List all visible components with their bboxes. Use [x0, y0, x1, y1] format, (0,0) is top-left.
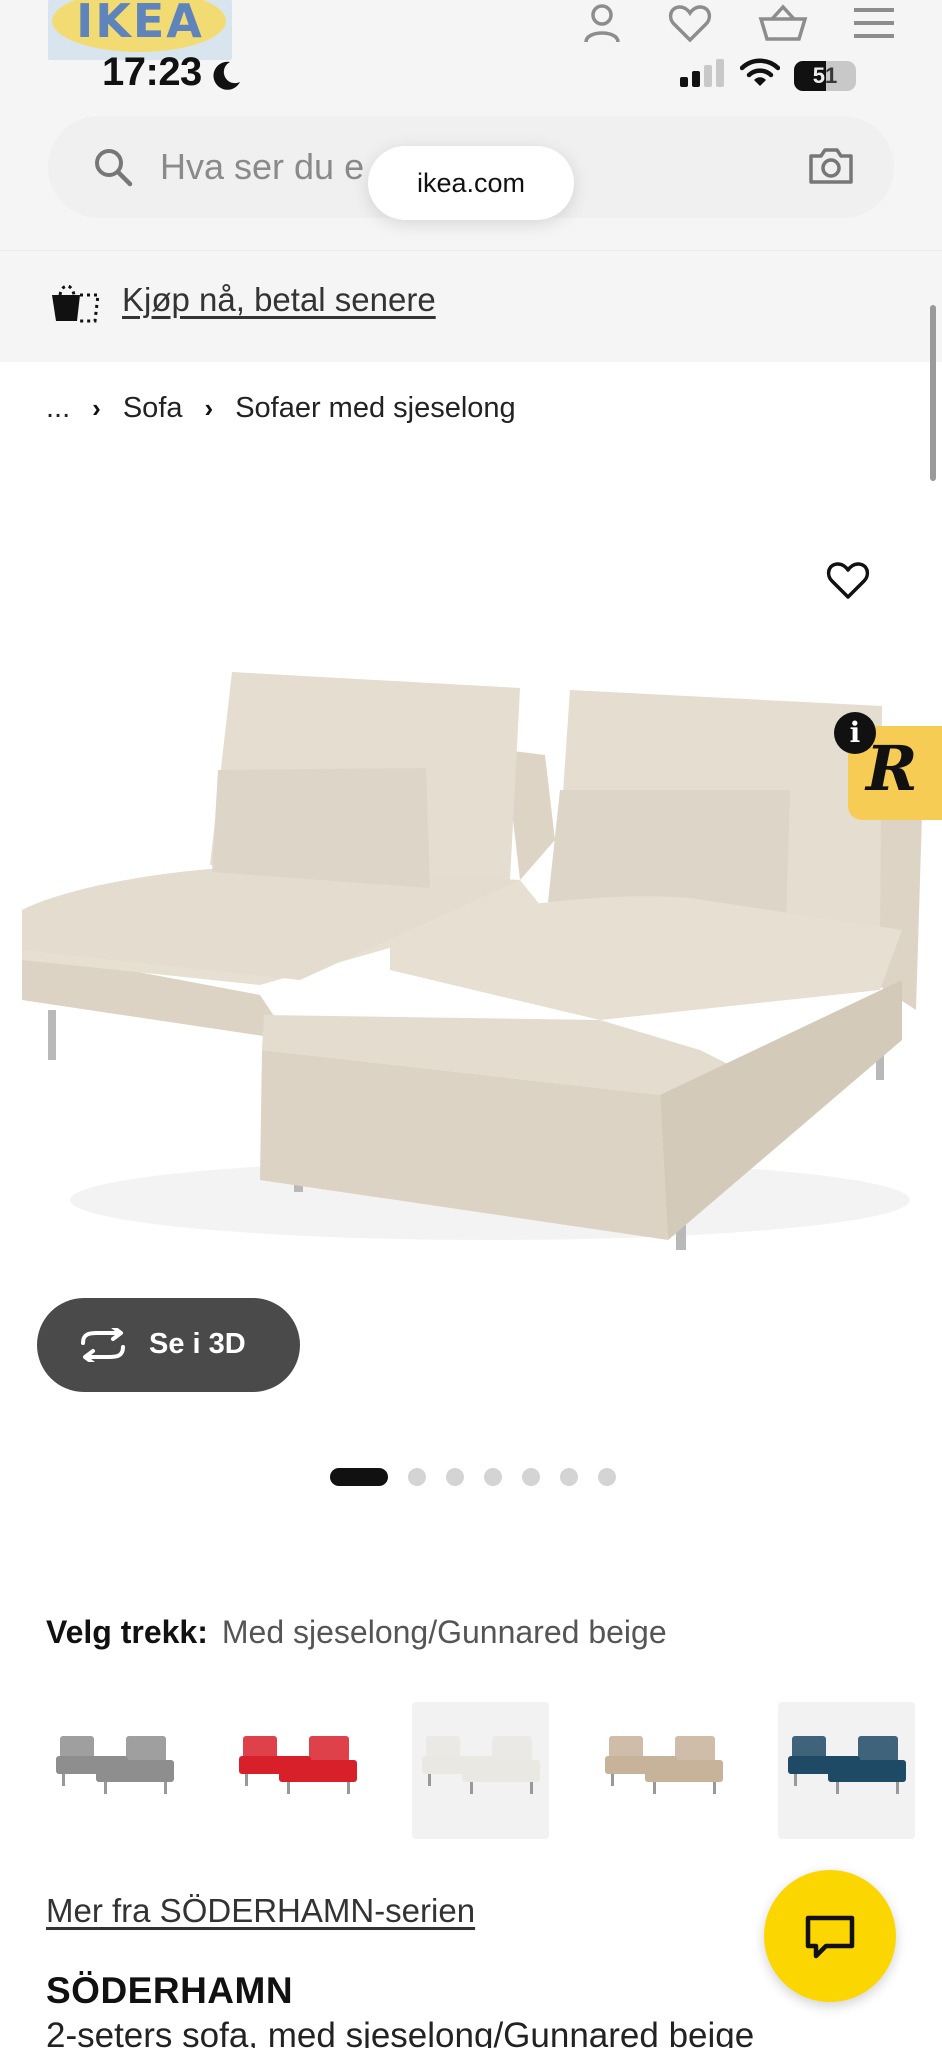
wifi-icon — [739, 58, 781, 93]
system-icons: 51 — [680, 58, 856, 93]
gallery-dot[interactable] — [446, 1468, 464, 1486]
status-time: 17:23 — [102, 50, 202, 94]
variant-swatch[interactable] — [778, 1702, 915, 1839]
variant-selector-label: Velg trekk: Med sjeselong/Gunnared beige — [46, 1614, 667, 1651]
breadcrumb: ... › Sofa › Sofaer med sjeselong — [46, 392, 516, 425]
search-icon — [92, 146, 134, 193]
info-icon[interactable]: i — [834, 712, 876, 754]
view-3d-label: Se i 3D — [149, 1328, 246, 1360]
header-icons — [582, 2, 894, 44]
url-pill[interactable]: ikea.com — [368, 146, 574, 220]
battery-level: 51 — [812, 62, 838, 88]
top-bar: IKEA 17:23 51 Hva ser du e ikea.com — [0, 0, 942, 250]
series-link[interactable]: Mer fra SÖDERHAMN-serien — [46, 1892, 475, 1930]
gallery-dot[interactable] — [330, 1468, 388, 1486]
chevron-right-icon: › — [92, 393, 101, 423]
variant-swatch[interactable] — [595, 1702, 732, 1839]
r-badge-letter: R — [866, 732, 918, 805]
chat-icon — [805, 1915, 855, 1959]
battery-icon: 51 — [794, 60, 856, 91]
variant-swatch[interactable] — [46, 1702, 183, 1839]
basket-icon[interactable] — [758, 3, 808, 43]
gallery-dot[interactable] — [560, 1468, 578, 1486]
moon-icon — [210, 60, 242, 97]
breadcrumb-ellipsis[interactable]: ... — [46, 392, 70, 425]
variant-label: Velg trekk: — [46, 1614, 208, 1650]
gallery-pagination — [330, 1468, 616, 1486]
gallery-dot[interactable] — [598, 1468, 616, 1486]
chat-button[interactable] — [764, 1870, 896, 2002]
heart-icon[interactable] — [668, 3, 712, 43]
favorite-heart-icon[interactable] — [826, 560, 870, 605]
profile-icon[interactable] — [582, 2, 622, 44]
product-name: SÖDERHAMN — [46, 1970, 294, 2011]
chevron-right-icon: › — [204, 393, 214, 423]
pay-later-link[interactable]: Kjøp nå, betal senere — [122, 281, 436, 319]
gallery-dot[interactable] — [408, 1468, 426, 1486]
product-description: 2-seters sofa, med sjeselong/Gunnared be… — [46, 2016, 755, 2048]
variant-value: Med sjeselong/Gunnared beige — [221, 1614, 667, 1650]
signal-icon — [680, 59, 726, 92]
search-input[interactable]: Hva ser du e — [160, 146, 364, 188]
gallery-dot[interactable] — [484, 1468, 502, 1486]
product-image[interactable] — [0, 640, 942, 1300]
variant-swatch[interactable] — [229, 1702, 366, 1839]
menu-icon[interactable] — [854, 6, 894, 40]
pay-later-bar: Kjøp nå, betal senere — [0, 250, 942, 362]
breadcrumb-sofas-chaise[interactable]: Sofaer med sjeselong — [235, 392, 516, 425]
gallery-dot[interactable] — [522, 1468, 540, 1486]
scrollbar[interactable] — [930, 305, 936, 481]
view-3d-button[interactable]: Se i 3D — [37, 1298, 300, 1392]
breadcrumb-sofa[interactable]: Sofa — [123, 392, 183, 425]
variant-swatch[interactable] — [412, 1702, 549, 1839]
shopping-bag-icon — [50, 281, 100, 330]
rotate-3d-icon — [77, 1325, 129, 1367]
variant-swatches — [46, 1702, 915, 1839]
camera-icon[interactable] — [808, 146, 854, 191]
logo-text: IKEA — [76, 0, 204, 48]
